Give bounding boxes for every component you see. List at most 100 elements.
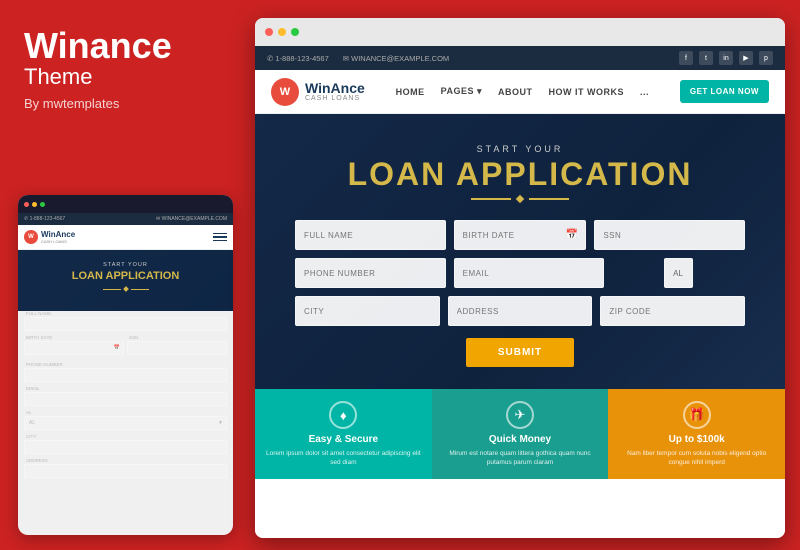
- quick-money-title: Quick Money: [489, 434, 551, 445]
- mobile-field-label-birthdate: BIRTH DATE: [24, 335, 124, 340]
- mobile-mockup: ✆ 1-888-123-4567 ✉ WINANCE@EXAMPLE.COM W…: [18, 195, 233, 535]
- site-topbar: ✆ 1-888-123-4567 ✉ WINANCE@EXAMPLE.COM f…: [255, 46, 785, 70]
- nav-link-more[interactable]: ...: [640, 87, 649, 97]
- up-to-100k-icon: 🎁: [683, 401, 711, 429]
- logo-tagline: CASH LOANS: [305, 95, 365, 102]
- birth-date-field: 📅: [454, 220, 587, 250]
- email-input[interactable]: [454, 258, 605, 288]
- mobile-field-label-ssn: SSN: [127, 335, 227, 340]
- site-phone: ✆ 1-888-123-4567: [267, 54, 329, 63]
- mobile-logo-tagline: CASH LOANS: [41, 239, 75, 244]
- full-name-input[interactable]: [295, 220, 446, 250]
- browser-mockup: ✆ 1-888-123-4567 ✉ WINANCE@EXAMPLE.COM f…: [255, 18, 785, 538]
- mobile-form: FULL NAME BIRTH DATE 📅 SSN PHONE NUMBER …: [18, 311, 233, 488]
- mobile-logo-icon: W: [24, 230, 38, 244]
- up-to-100k-title: Up to $100k: [669, 434, 725, 445]
- mobile-field-label-city: CITY: [24, 434, 227, 439]
- mobile-top-bar: [18, 195, 233, 213]
- calendar-icon: 📅: [566, 230, 578, 241]
- twitter-icon[interactable]: t: [699, 51, 713, 65]
- quick-money-text: Mirum est notare quam littera gothica qu…: [442, 449, 599, 467]
- left-panel: Winance Theme By mwtemplates ✆ 1-888-123…: [0, 0, 245, 550]
- get-loan-button[interactable]: GET LOAN NOW: [680, 80, 769, 103]
- mobile-field-email[interactable]: [24, 392, 227, 406]
- site-logo: W WinAnce CASH LOANS: [271, 78, 365, 106]
- mobile-logo-name: WinAnce: [41, 230, 75, 239]
- nav-link-home[interactable]: HOME: [396, 87, 425, 97]
- state-select[interactable]: AL AK AZ: [664, 258, 693, 288]
- mobile-phone: ✆ 1-888-123-4567: [24, 216, 65, 222]
- mobile-nav-bar: W WinAnce CASH LOANS: [18, 225, 233, 250]
- easy-secure-title: Easy & Secure: [309, 434, 379, 445]
- hero-pretitle: START YOUR: [295, 144, 745, 154]
- address-input[interactable]: [448, 296, 593, 326]
- hero-title: LOAN APPLICATION: [295, 158, 745, 190]
- feature-up-to-100k: 🎁 Up to $100k Nam liber tempor cum solut…: [608, 389, 785, 479]
- youtube-icon[interactable]: ▶: [739, 51, 753, 65]
- site-hero: START YOUR LOAN APPLICATION 📅: [255, 114, 785, 389]
- ssn-input[interactable]: [594, 220, 745, 250]
- loan-form: 📅 AL AK AZ: [295, 220, 745, 367]
- submit-button[interactable]: SUBMIT: [466, 338, 574, 367]
- mobile-dot-red: [24, 202, 29, 207]
- mobile-field-label-fullname: FULL NAME: [24, 311, 227, 316]
- easy-secure-text: Lorem ipsum dolor sit amet consectetur a…: [265, 449, 422, 467]
- mobile-field-state[interactable]: AL▼: [24, 416, 227, 430]
- browser-top-bar: [255, 18, 785, 46]
- site-topbar-left: ✆ 1-888-123-4567 ✉ WINANCE@EXAMPLE.COM: [267, 54, 449, 63]
- mobile-field-birthdate[interactable]: 📅: [24, 341, 124, 355]
- mobile-field-label-email: EMAIL: [24, 386, 227, 391]
- mobile-hero-pretitle: START YOUR: [26, 262, 225, 268]
- nav-link-about[interactable]: ABOUT: [498, 87, 533, 97]
- mobile-logo: W WinAnce CASH LOANS: [24, 230, 75, 244]
- mobile-hamburger-icon[interactable]: [213, 233, 227, 242]
- brand-by: By mwtemplates: [24, 96, 221, 111]
- form-submit-row: SUBMIT: [295, 338, 745, 367]
- nav-link-pages[interactable]: PAGES ▾: [441, 86, 482, 97]
- mobile-field-label-state: AL: [24, 410, 227, 415]
- mobile-field-address[interactable]: [24, 464, 227, 478]
- city-input[interactable]: [295, 296, 440, 326]
- mobile-field-city[interactable]: [24, 440, 227, 454]
- site-topbar-right: f t in ▶ p: [679, 51, 773, 65]
- features-section: ♦ Easy & Secure Lorem ipsum dolor sit am…: [255, 389, 785, 479]
- form-row-2: AL AK AZ: [295, 258, 745, 288]
- hero-divider: [295, 196, 745, 202]
- mobile-divider: [26, 287, 225, 291]
- browser-dot-green[interactable]: [291, 28, 299, 36]
- logo-name: WinAnce: [305, 81, 365, 95]
- mobile-header-bar: ✆ 1-888-123-4567 ✉ WINANCE@EXAMPLE.COM: [18, 213, 233, 225]
- form-row-1: 📅: [295, 220, 745, 250]
- feature-easy-secure: ♦ Easy & Secure Lorem ipsum dolor sit am…: [255, 389, 432, 479]
- mobile-dot-yellow: [32, 202, 37, 207]
- brand-title: Winance: [24, 28, 221, 64]
- site-email: ✉ WINANCE@EXAMPLE.COM: [343, 54, 449, 63]
- mobile-field-phone[interactable]: [24, 368, 227, 382]
- mobile-field-label-address: ADDRESS: [24, 458, 227, 463]
- nav-link-how[interactable]: HOW IT WORKS: [549, 87, 625, 97]
- logo-text-wrap: WinAnce CASH LOANS: [305, 81, 365, 102]
- browser-dot-red[interactable]: [265, 28, 273, 36]
- mobile-dot-green: [40, 202, 45, 207]
- linkedin-icon[interactable]: in: [719, 51, 733, 65]
- mobile-field-label-phone: PHONE NUMBER: [24, 362, 227, 367]
- mobile-field-fullname[interactable]: [24, 317, 227, 331]
- mobile-field-ssn[interactable]: [127, 341, 227, 355]
- mobile-hero-title: LOAN APPLICATION: [26, 270, 225, 283]
- mobile-email: ✉ WINANCE@EXAMPLE.COM: [156, 216, 227, 222]
- browser-dot-yellow[interactable]: [278, 28, 286, 36]
- up-to-100k-text: Nam liber tempor cum soluta nobis eligen…: [618, 449, 775, 467]
- phone-input[interactable]: [295, 258, 446, 288]
- easy-secure-icon: ♦: [329, 401, 357, 429]
- mobile-hero: START YOUR LOAN APPLICATION: [18, 250, 233, 311]
- feature-quick-money: ✈ Quick Money Mirum est notare quam litt…: [432, 389, 609, 479]
- form-row-3: [295, 296, 745, 326]
- facebook-icon[interactable]: f: [679, 51, 693, 65]
- brand-subtitle: Theme: [24, 64, 221, 90]
- pinterest-icon[interactable]: p: [759, 51, 773, 65]
- logo-icon: W: [271, 78, 299, 106]
- zip-input[interactable]: [600, 296, 745, 326]
- site-nav-links: HOME PAGES ▾ ABOUT HOW IT WORKS ...: [396, 86, 649, 97]
- browser-content: ✆ 1-888-123-4567 ✉ WINANCE@EXAMPLE.COM f…: [255, 46, 785, 538]
- site-nav: W WinAnce CASH LOANS HOME PAGES ▾ ABOUT …: [255, 70, 785, 114]
